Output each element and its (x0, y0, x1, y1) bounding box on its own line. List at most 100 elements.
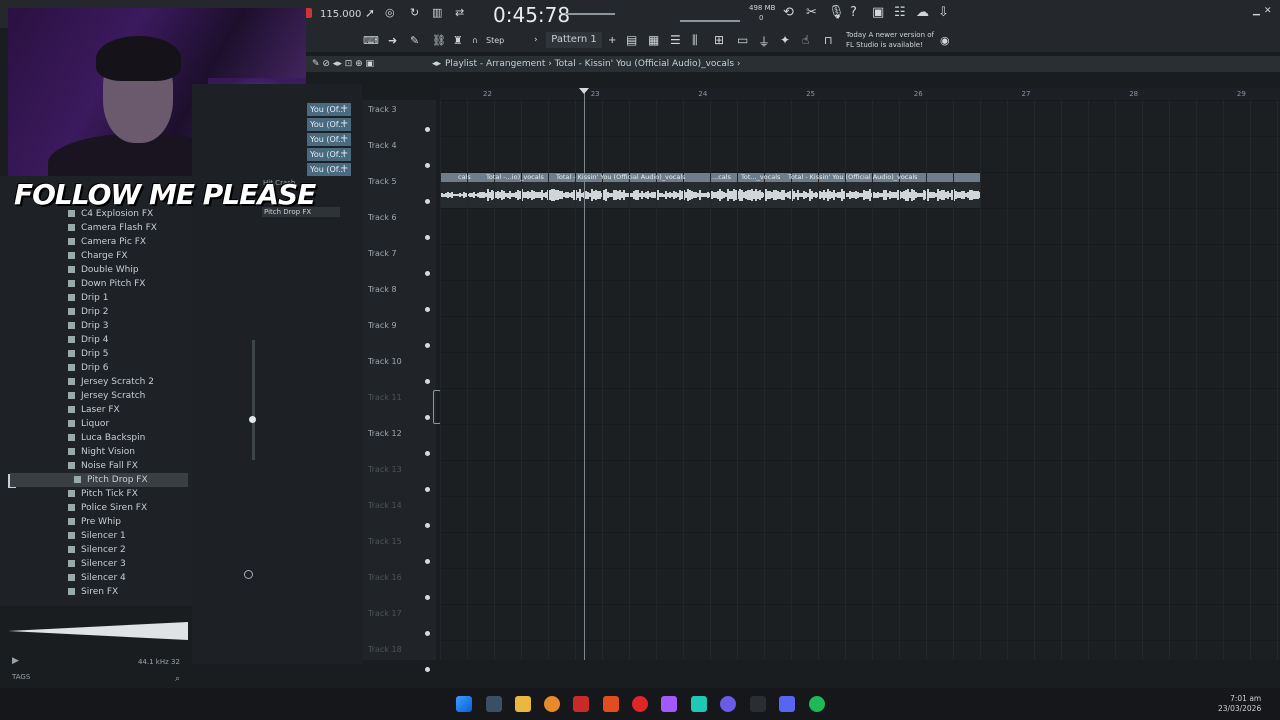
app-teal-icon[interactable] (691, 696, 707, 712)
browser-item[interactable]: Drip 1 (68, 291, 108, 305)
opera-icon[interactable] (632, 696, 648, 712)
help-icon[interactable]: ? (850, 5, 857, 20)
start-icon[interactable] (456, 696, 472, 712)
cut-icon[interactable]: ✂ (806, 5, 817, 20)
track-name[interactable]: Track 12 (368, 429, 402, 438)
metronome-icon[interactable]: ➚ (365, 6, 375, 20)
browser-item[interactable]: Pitch Drop FX (10, 473, 188, 487)
track-enable-dot[interactable] (425, 523, 430, 528)
system-clock[interactable]: 7:01 am 23/03/2026 (1218, 694, 1261, 714)
browser-item[interactable]: Police Siren FX (68, 501, 147, 515)
plug-icon[interactable]: ⏚ (758, 33, 770, 50)
master-fader-track[interactable] (252, 340, 255, 460)
track-name[interactable]: Track 15 (368, 537, 402, 546)
pattern-selector[interactable]: Pattern 1 (546, 32, 602, 48)
mixer-knob[interactable] (244, 570, 253, 579)
add-icon[interactable]: + (340, 163, 348, 174)
browser-item[interactable]: Luca Backspin (68, 431, 145, 445)
save-icon[interactable]: ▣ (872, 5, 884, 20)
track-enable-dot[interactable] (425, 487, 430, 492)
playlist-tools[interactable]: ✎ ⊘ ◂▸ ⊡ ⊕ ▣ (312, 59, 374, 69)
track-enable-dot[interactable] (425, 235, 430, 240)
link-icon[interactable]: ⛓ (432, 34, 446, 47)
add-icon[interactable]: + (340, 118, 348, 129)
browser-item[interactable]: Camera Pic FX (68, 235, 146, 249)
browser-item[interactable]: Down Pitch FX (68, 277, 145, 291)
track-enable-dot[interactable] (425, 271, 430, 276)
track-name[interactable]: Track 8 (368, 285, 397, 294)
track-name[interactable]: Track 9 (368, 321, 397, 330)
track-name[interactable]: Track 5 (368, 177, 397, 186)
master-pitch-slider[interactable] (680, 20, 740, 22)
track-enable-dot[interactable] (425, 379, 430, 384)
master-fader-knob[interactable] (249, 416, 256, 423)
fl-studio-icon[interactable] (544, 696, 560, 712)
track-name[interactable]: Track 16 (368, 573, 402, 582)
magnet-icon[interactable]: ∩ (472, 36, 478, 45)
stamp-icon[interactable]: ♜ (453, 34, 463, 47)
figma-icon[interactable] (661, 696, 677, 712)
track-name[interactable]: Track 11 (368, 393, 402, 402)
play-arrow-icon[interactable]: ➜ (388, 34, 397, 47)
track-name[interactable]: Track 17 (368, 609, 402, 618)
add-icon[interactable]: + (340, 133, 348, 144)
track-enable-dot[interactable] (425, 163, 430, 168)
playlist-icon[interactable]: ▤ (626, 33, 637, 47)
pin-icon[interactable]: ✦ (780, 33, 790, 47)
loop-icon[interactable]: ↻ (410, 6, 419, 19)
channel-rack-icon[interactable]: ☰ (670, 33, 681, 47)
track-enable-dot[interactable] (425, 307, 430, 312)
track-enable-dot[interactable] (425, 127, 430, 132)
step-icon[interactable]: ▥ (432, 6, 442, 19)
browser-item[interactable]: Jersey Scratch 2 (68, 375, 154, 389)
master-volume-slider[interactable] (565, 13, 615, 15)
news-line-2[interactable]: FL Studio is available! (846, 41, 923, 49)
browser-item[interactable]: C4 Explosion FX (68, 207, 153, 221)
browser-item[interactable]: Laser FX (68, 403, 120, 417)
track-enable-dot[interactable] (425, 595, 430, 600)
piano-roll-icon[interactable]: ▦ (648, 33, 659, 47)
add-pattern-icon[interactable]: + (608, 35, 616, 46)
browser-item[interactable]: Drip 3 (68, 319, 108, 333)
track-name[interactable]: Track 13 (368, 465, 402, 474)
spotify-icon[interactable] (809, 696, 825, 712)
brush-icon[interactable]: ✎ (410, 34, 419, 47)
track-name[interactable]: Track 14 (368, 501, 402, 510)
browser-item[interactable]: Liquor (68, 417, 109, 431)
track-enable-dot[interactable] (425, 451, 430, 456)
mixer-icon[interactable]: ☷ (894, 5, 906, 20)
browser-item[interactable]: Noise Fall FX (68, 459, 138, 473)
browser-item[interactable]: Silencer 2 (68, 543, 126, 557)
chat-icon[interactable]: ☁ (916, 5, 929, 20)
browser-item[interactable]: Siren FX (68, 585, 118, 599)
track-name[interactable]: Track 4 (368, 141, 397, 150)
track-name[interactable]: Track 6 (368, 213, 397, 222)
browser-item[interactable]: Double Whip (68, 263, 139, 277)
track-enable-dot[interactable] (425, 631, 430, 636)
tempo-display[interactable]: 115.000 (320, 9, 361, 20)
timeline-ruler[interactable]: 22 23 24 25 26 27 28 29 (440, 88, 1280, 100)
track-name[interactable]: Track 10 (368, 357, 402, 366)
time-display[interactable]: 0:45:78 (493, 3, 570, 27)
search-icon[interactable]: ⌕ (175, 674, 180, 684)
track-name[interactable]: Track 7 (368, 249, 397, 258)
plugin-icon[interactable]: ⊞ (714, 33, 724, 47)
globe-icon[interactable]: ◉ (940, 34, 950, 47)
desktop-icon[interactable] (486, 696, 502, 712)
browser-item[interactable]: Silencer 4 (68, 571, 126, 585)
epic-icon[interactable] (750, 696, 766, 712)
mixer-toolbar-icon[interactable]: ⫼ (692, 33, 698, 48)
app-red-icon[interactable] (573, 696, 589, 712)
browser-item[interactable]: Pre Whip (68, 515, 121, 529)
browser-item[interactable]: Charge FX (68, 249, 128, 263)
brave-icon[interactable] (603, 696, 619, 712)
browser-icon[interactable]: ▭ (737, 33, 748, 47)
touch-icon[interactable]: ☝ (802, 33, 809, 47)
cart-icon[interactable]: ⊓ (824, 34, 833, 47)
track-enable-dot[interactable] (425, 199, 430, 204)
mic-icon[interactable]: 🎙 (828, 5, 845, 20)
track-enable-dot[interactable] (425, 343, 430, 348)
track-enable-dot[interactable] (425, 415, 430, 420)
blend-icon[interactable]: ⇄ (455, 6, 464, 19)
app-ring-icon[interactable] (720, 696, 736, 712)
